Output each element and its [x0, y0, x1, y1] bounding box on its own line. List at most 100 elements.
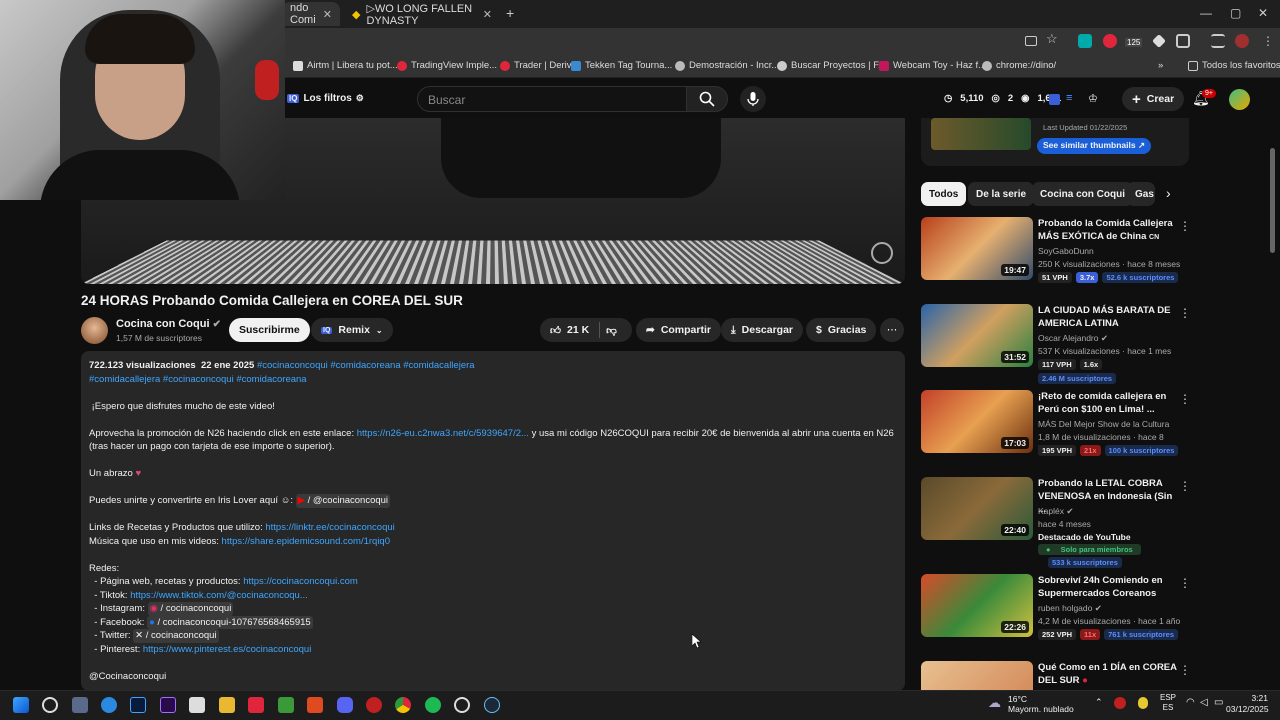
- video-thumbnail[interactable]: 17:03: [921, 390, 1033, 453]
- rec-channel[interactable]: MÁS Del Mejor Show de la Cultura: [1038, 419, 1169, 429]
- more-options-icon[interactable]: ⋮: [1179, 576, 1191, 590]
- list-item[interactable]: 31:52 LA CIUDAD MÁS BARATA DE AMERICA LA…: [921, 304, 1191, 384]
- linktree-link[interactable]: https://linktr.ee/cocinaconcoqui: [265, 522, 394, 533]
- tab-wolong[interactable]: ◆ ▷WO LONG FALLEN DYNASTY ✕: [344, 2, 500, 27]
- thanks-button[interactable]: $ Gracias: [806, 318, 877, 342]
- windows-start-icon[interactable]: [13, 697, 29, 713]
- steam-icon[interactable]: [484, 697, 500, 713]
- list-item[interactable]: Qué Como en 1 DÍA en COREA DEL SUR ● ⋮: [921, 661, 1191, 690]
- rec-title[interactable]: Sobreviví 24h Comiendo en Supermercados …: [1038, 574, 1178, 600]
- brave-icon[interactable]: [307, 697, 323, 713]
- similar-thumbnails-button[interactable]: See similar thumbnails ↗: [1037, 138, 1152, 154]
- channel-avatar[interactable]: [81, 317, 108, 344]
- spotify-icon[interactable]: [425, 697, 441, 713]
- cast-icon[interactable]: [1025, 36, 1037, 46]
- bookmark-item[interactable]: Buscar Proyectos | F...: [777, 60, 886, 71]
- edge-icon[interactable]: [101, 697, 117, 713]
- profile-avatar[interactable]: [1235, 34, 1249, 48]
- rec-channel[interactable]: Oscar Alejandro ✔: [1038, 333, 1108, 344]
- scrollbar[interactable]: [1270, 148, 1275, 253]
- download-button[interactable]: ⤓ Descargar: [721, 318, 804, 342]
- taskbar-app-icon[interactable]: [72, 697, 88, 713]
- bookmark-item[interactable]: Webcam Toy - Haz f...: [879, 60, 986, 71]
- subscribe-button[interactable]: Suscribirme: [229, 318, 310, 342]
- more-options-icon[interactable]: ⋮: [1179, 392, 1191, 406]
- list-item[interactable]: 17:03 ¡Reto de comida callejera en Perú …: [921, 390, 1191, 470]
- list-icon[interactable]: ≡: [1066, 92, 1072, 104]
- volume-icon[interactable]: ◁: [1200, 697, 1208, 708]
- search-button[interactable]: [686, 86, 728, 112]
- thumbs-down-icon[interactable]: 👎︎: [606, 324, 617, 337]
- instagram-chip[interactable]: ◉ / cocinaconcoqui: [147, 602, 234, 616]
- epidemic-link[interactable]: https://share.epidemicsound.com/1rqiq0: [222, 536, 390, 547]
- file-explorer-icon[interactable]: [219, 697, 235, 713]
- extension-icon[interactable]: [1078, 34, 1092, 48]
- pinterest-link[interactable]: https://www.pinterest.es/cocinaconcoqui: [143, 644, 311, 655]
- hashtags[interactable]: #comidacallejera #cocinaconcoqui #comida…: [89, 373, 897, 387]
- bookmark-item[interactable]: Demostración - Incr...: [675, 60, 779, 71]
- chip-todos[interactable]: Todos: [921, 182, 967, 206]
- more-options-icon[interactable]: ⋮: [1179, 663, 1191, 677]
- taskbar-app-icon[interactable]: [366, 697, 382, 713]
- tray-app-icon[interactable]: [1114, 697, 1126, 709]
- extensions-puzzle-icon[interactable]: [1176, 34, 1190, 48]
- hashtags[interactable]: #cocinaconcoqui #comidacoreana #comidaca…: [257, 360, 475, 371]
- all-bookmarks[interactable]: Todos los favoritos: [1188, 60, 1280, 71]
- chip-channel[interactable]: Cocina con Coqui: [1032, 182, 1133, 206]
- more-options-icon[interactable]: ⋮: [1179, 219, 1191, 233]
- like-count[interactable]: 21 K: [567, 324, 589, 336]
- taskbar-app-icon[interactable]: [454, 697, 470, 713]
- chevron-right-icon[interactable]: ›: [1166, 185, 1171, 201]
- bookmark-star-icon[interactable]: ☆: [1046, 31, 1058, 47]
- n26-link[interactable]: https://n26-eu.c2nwa3.net/c/5939647/2...: [357, 428, 529, 439]
- rec-title[interactable]: ¡Reto de comida callejera en Perú con $1…: [1038, 390, 1178, 416]
- more-options-icon[interactable]: ⋮: [1179, 479, 1191, 493]
- new-tab-icon[interactable]: +: [506, 5, 514, 21]
- rec-title[interactable]: Qué Como en 1 DÍA en COREA DEL SUR ●: [1038, 661, 1178, 687]
- video-thumbnail[interactable]: 22:40: [921, 477, 1033, 540]
- tray-chevron-icon[interactable]: ⌃: [1095, 697, 1103, 708]
- share-button[interactable]: ➦ Compartir: [636, 318, 721, 342]
- rec-channel[interactable]: SoyGaboDunn: [1038, 246, 1094, 256]
- clock[interactable]: 3:21 03/12/2025: [1226, 693, 1269, 715]
- tiktok-link[interactable]: https://www.tiktok.com/@cocinaconcoqu...: [130, 590, 308, 601]
- trophy-icon[interactable]: ♔: [1088, 92, 1098, 105]
- channel-chip[interactable]: ▶ / @cocinaconcoqui: [295, 494, 391, 508]
- rec-title[interactable]: LA CIUDAD MÁS BARATA DE AMERICA LATINA: [1038, 304, 1178, 330]
- list-item[interactable]: 22:26 Sobreviví 24h Comiendo en Supermer…: [921, 574, 1191, 654]
- bookmark-item[interactable]: TradingView Imple...: [397, 60, 497, 71]
- bookmark-item[interactable]: Airtm | Libera tu pot...: [293, 60, 398, 71]
- chrome-menu-icon[interactable]: ⋮: [1262, 34, 1274, 48]
- bookmark-item[interactable]: Trader | Deriv: [500, 60, 572, 71]
- reading-list-icon[interactable]: [1211, 34, 1225, 48]
- premiere-icon[interactable]: [160, 697, 176, 713]
- remix-button[interactable]: IQ Remix ⌄: [311, 318, 393, 342]
- rec-channel[interactable]: ruben holgado ✔: [1038, 603, 1102, 614]
- search-icon[interactable]: [42, 697, 58, 713]
- video-description[interactable]: 722.123 visualizaciones 22 ene 2025 #coc…: [81, 351, 905, 691]
- tray-app-icon[interactable]: [1138, 697, 1148, 709]
- wifi-icon[interactable]: ◠: [1186, 697, 1195, 708]
- chrome-icon[interactable]: [395, 697, 411, 713]
- close-tab-icon[interactable]: ✕: [323, 8, 332, 21]
- close-window-icon[interactable]: ✕: [1258, 6, 1268, 20]
- more-bookmarks-icon[interactable]: »: [1158, 60, 1163, 71]
- search-input[interactable]: Buscar: [417, 86, 687, 112]
- bookmark-item[interactable]: Tekken Tag Tourna...: [571, 60, 672, 71]
- voice-search-button[interactable]: [740, 86, 766, 112]
- video-thumbnail[interactable]: [921, 661, 1033, 690]
- more-actions-icon[interactable]: ⋯: [880, 318, 904, 342]
- chip-serie[interactable]: De la serie: [968, 182, 1035, 206]
- minecraft-icon[interactable]: [278, 697, 294, 713]
- thumbs-up-icon[interactable]: 👍︎: [550, 324, 561, 337]
- tab-youtube[interactable]: ndo Comi ✕: [282, 2, 340, 26]
- rec-title[interactable]: Probando la Comida Callejera MÁS EXÓTICA…: [1038, 217, 1178, 244]
- maximize-icon[interactable]: ▢: [1230, 6, 1241, 20]
- video-thumbnail[interactable]: 31:52: [921, 304, 1033, 367]
- video-thumbnail[interactable]: 19:47: [921, 217, 1033, 280]
- list-item[interactable]: 22:40 Probando la LETAL COBRA VENENOSA e…: [921, 477, 1191, 569]
- extension-icon[interactable]: [1049, 94, 1060, 105]
- twitter-chip[interactable]: ✕ / cocinaconcoqui: [133, 629, 219, 643]
- language-indicator[interactable]: ESP ES: [1160, 693, 1176, 713]
- weather-widget[interactable]: 16°C Mayorm. nublado: [1008, 694, 1074, 714]
